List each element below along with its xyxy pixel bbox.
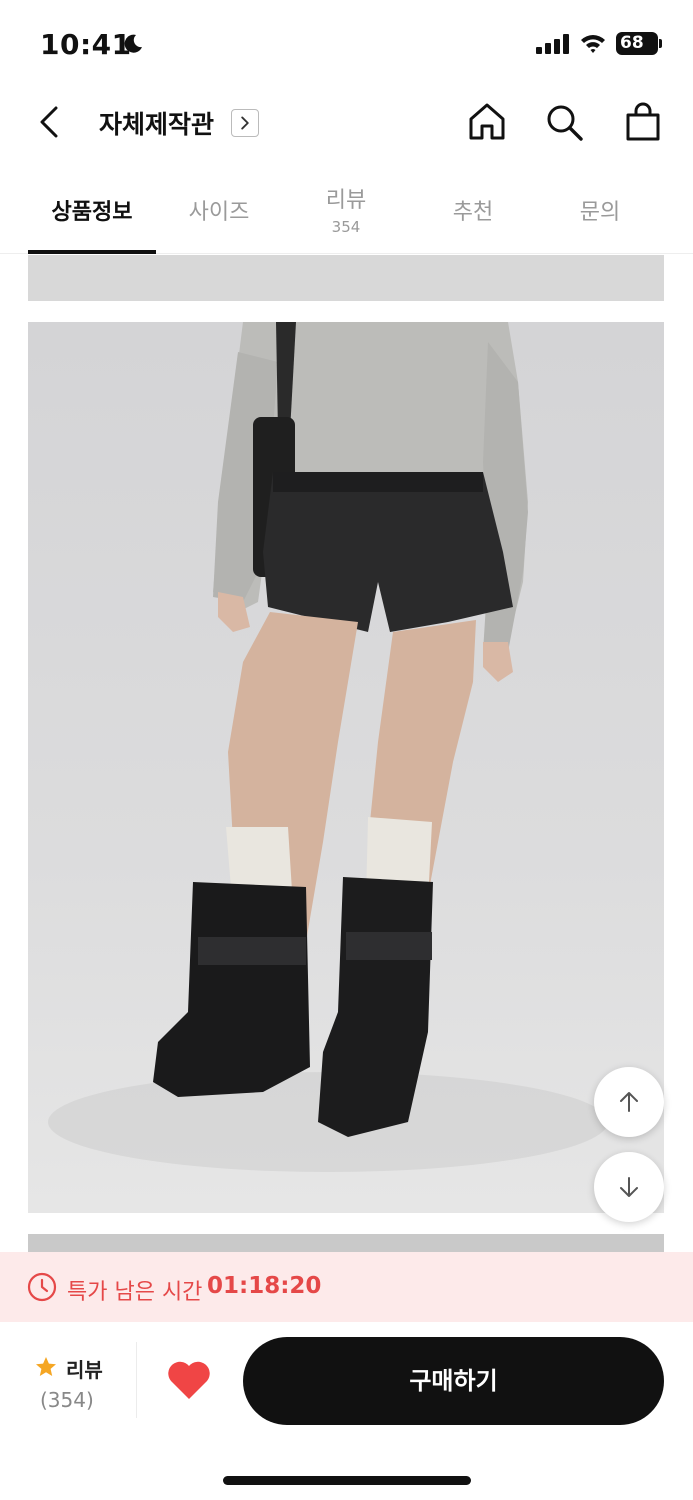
cellular-signal-icon [536, 34, 569, 54]
timer-countdown: 01:18:20 [207, 1273, 322, 1299]
review-summary-button[interactable]: 리뷰 (354) [28, 1352, 136, 1418]
status-bar: 10:41 68 [0, 0, 693, 88]
product-photo-illustration [48, 322, 608, 1172]
shopping-bag-icon[interactable] [621, 100, 665, 144]
clock-icon [27, 1272, 57, 1302]
chevron-right-icon[interactable] [231, 109, 259, 137]
sale-timer-banner: 특가 남은 시간 01:18:20 [0, 1252, 693, 1322]
nav-header: 자체제작관 [0, 88, 693, 160]
heart-icon[interactable] [166, 1358, 212, 1402]
search-icon[interactable] [542, 100, 586, 144]
tab-label: 리뷰 [325, 188, 367, 213]
arrow-down-icon [620, 1177, 638, 1197]
battery-tip [659, 39, 662, 48]
previous-product-image [28, 255, 664, 301]
status-time: 10:41 [40, 28, 132, 61]
moon-icon [124, 34, 142, 53]
arrow-up-icon [620, 1092, 638, 1112]
active-tab-indicator [28, 250, 156, 254]
tab-label: 사이즈 [188, 200, 250, 225]
review-label: 리뷰 [66, 1358, 103, 1382]
product-detail-content[interactable] [0, 255, 693, 1255]
tab-recommend[interactable]: 추천 [409, 170, 537, 254]
tab-bar: 상품정보 사이즈 리뷰 354 추천 문의 [0, 170, 693, 254]
tab-label: 추천 [452, 200, 494, 225]
home-indicator [223, 1476, 471, 1485]
bottom-action-bar: 리뷰 (354) 구매하기 [0, 1322, 693, 1500]
tab-size[interactable]: 사이즈 [155, 170, 283, 254]
tab-review-count: 354 [331, 218, 361, 236]
scroll-to-bottom-button[interactable] [594, 1152, 664, 1222]
battery-level: 68 [616, 32, 658, 55]
timer-label: 특가 남은 시간 [67, 1280, 203, 1305]
home-icon[interactable] [465, 100, 509, 144]
scroll-to-top-button[interactable] [594, 1067, 664, 1137]
buy-button[interactable]: 구매하기 [243, 1337, 664, 1425]
brand-title[interactable]: 자체제작관 [99, 105, 214, 141]
tab-label: 상품정보 [51, 200, 133, 225]
tab-review[interactable]: 리뷰 354 [282, 170, 410, 254]
tab-inquiry[interactable]: 문의 [536, 170, 664, 254]
product-image [28, 322, 664, 1213]
star-icon [36, 1357, 56, 1376]
review-count: (354) [40, 1388, 94, 1412]
divider [136, 1342, 137, 1418]
tab-product-info[interactable]: 상품정보 [28, 170, 156, 254]
wifi-icon [581, 35, 605, 53]
back-icon[interactable] [28, 100, 72, 144]
tab-label: 문의 [579, 200, 621, 225]
